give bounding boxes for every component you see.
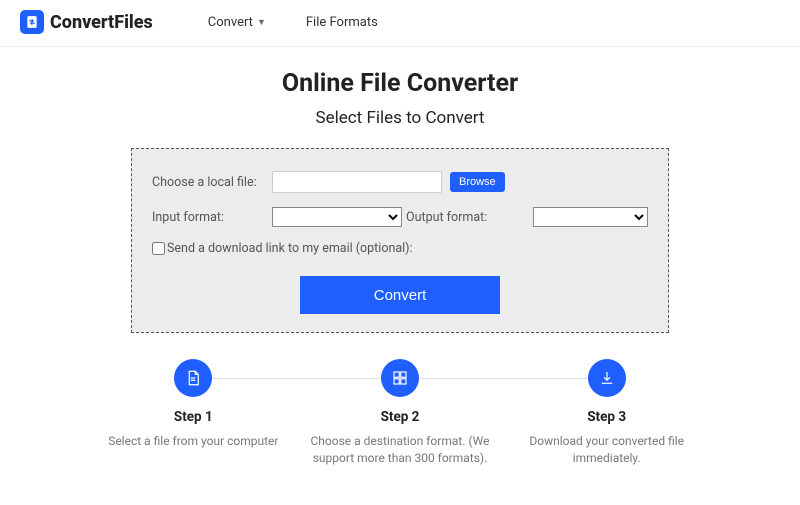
header: ConvertFiles Convert ▼ File Formats [0, 0, 800, 47]
step-1: Step 1 Select a file from your computer [90, 359, 297, 468]
file-input[interactable] [272, 171, 442, 193]
chevron-down-icon: ▼ [257, 17, 266, 28]
steps: Step 1 Select a file from your computer … [90, 359, 710, 468]
browse-button[interactable]: Browse [450, 172, 505, 192]
row-choose-file: Choose a local file: Browse [152, 171, 648, 193]
convert-button[interactable]: Convert [300, 276, 500, 314]
step-1-desc: Select a file from your computer [100, 433, 287, 450]
output-format-label: Output format: [406, 210, 506, 225]
grid-icon [381, 359, 419, 397]
output-format-select[interactable] [533, 207, 648, 227]
step-2-title: Step 2 [307, 409, 494, 425]
nav-convert-label: Convert [208, 15, 253, 30]
step-2-desc: Choose a destination format. (We support… [307, 433, 494, 468]
convert-box: Choose a local file: Browse Input format… [131, 148, 669, 333]
step-3: Step 3 Download your converted file imme… [503, 359, 710, 468]
step-1-title: Step 1 [100, 409, 287, 425]
email-checkbox-label: Send a download link to my email (option… [167, 241, 413, 256]
file-icon [174, 359, 212, 397]
nav: Convert ▼ File Formats [208, 15, 378, 30]
email-checkbox[interactable] [152, 242, 165, 255]
logo[interactable]: ConvertFiles [20, 10, 153, 34]
choose-file-label: Choose a local file: [152, 175, 272, 190]
page-title: Online File Converter [0, 69, 800, 98]
input-format-label: Input format: [152, 210, 272, 225]
page-subtitle: Select Files to Convert [0, 108, 800, 128]
nav-file-formats[interactable]: File Formats [306, 15, 378, 30]
step-2: Step 2 Choose a destination format. (We … [297, 359, 504, 468]
row-email: Send a download link to my email (option… [152, 241, 648, 256]
nav-convert[interactable]: Convert ▼ [208, 15, 266, 30]
main: Online File Converter Select Files to Co… [0, 69, 800, 468]
file-swap-icon [20, 10, 44, 34]
logo-text: ConvertFiles [50, 12, 153, 33]
step-3-desc: Download your converted file immediately… [513, 433, 700, 468]
row-formats: Input format: Output format: [152, 207, 648, 227]
download-icon [588, 359, 626, 397]
nav-file-formats-label: File Formats [306, 15, 378, 30]
step-3-title: Step 3 [513, 409, 700, 425]
input-format-select[interactable] [272, 207, 402, 227]
